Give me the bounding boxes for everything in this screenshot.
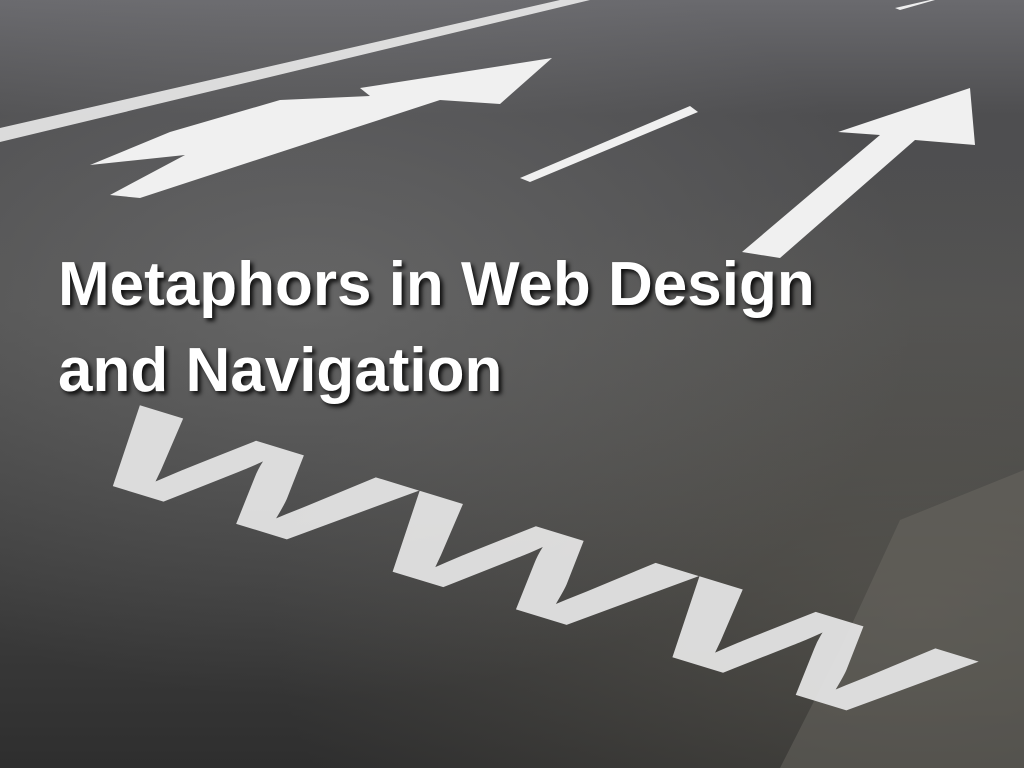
title-line-2: and Navigation — [58, 336, 503, 405]
up-arrow-marking — [742, 88, 975, 258]
road-marking-www: WWW — [35, 385, 1004, 747]
title-line-1: Metaphors in Web Design — [58, 250, 815, 319]
left-arrow-marking — [90, 58, 552, 198]
dash-marking — [520, 106, 698, 182]
lane-dash — [895, 0, 935, 10]
slide-title: Metaphors in Web Design and Navigation — [58, 242, 815, 414]
